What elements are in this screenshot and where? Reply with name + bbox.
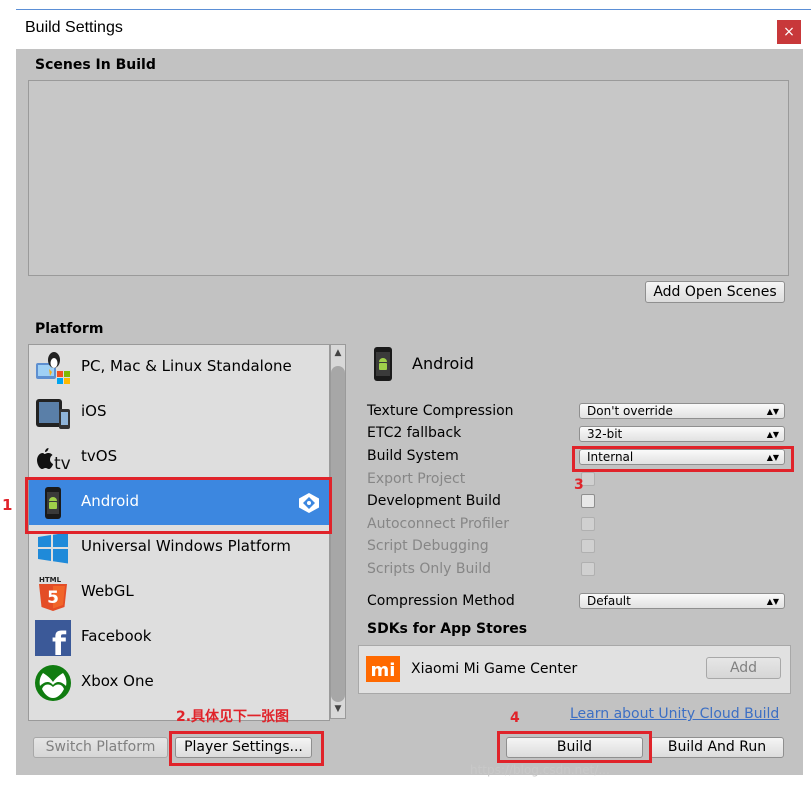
annotation-box-android — [25, 477, 332, 534]
autoconnect-profiler-label: Autoconnect Profiler — [367, 516, 510, 532]
compression-method-dropdown[interactable]: Default ▲▼ — [579, 593, 785, 609]
xbox-icon — [35, 665, 71, 701]
platform-item-webgl[interactable]: HTML 5 WebGL — [29, 570, 329, 615]
close-icon: × — [783, 24, 795, 40]
platform-name: tvOS — [81, 447, 118, 465]
close-button[interactable]: × — [777, 20, 801, 44]
annotation-box-build-system — [572, 446, 794, 472]
platform-label: Platform — [35, 321, 104, 337]
annotation-4: 4 — [510, 710, 520, 726]
texture-compression-label: Texture Compression — [367, 403, 514, 419]
add-open-scenes-button[interactable]: Add Open Scenes — [645, 281, 785, 303]
facebook-f: f — [52, 625, 67, 657]
pc-mac-linux-icon — [36, 352, 70, 384]
etc2-fallback-label: ETC2 fallback — [367, 425, 462, 441]
platform-name: Facebook — [81, 627, 152, 645]
ios-device-icon — [36, 399, 70, 429]
scroll-down-arrow-icon[interactable]: ▼ — [331, 704, 345, 714]
scripts-only-build-checkbox[interactable] — [581, 562, 595, 576]
annotation-1: 1 — [2, 496, 13, 514]
sdks-label: SDKs for App Stores — [367, 621, 528, 637]
annotation-3: 3 — [574, 477, 584, 493]
mi-logo-icon: mi — [366, 656, 400, 682]
window-title: Build Settings — [25, 19, 123, 36]
dropdown-value: Don't override — [587, 404, 673, 418]
sdk-name: Xiaomi Mi Game Center — [411, 661, 578, 677]
dropdown-arrow-icon: ▲▼ — [766, 430, 779, 439]
tv-text: tv — [54, 454, 71, 474]
dropdown-value: Default — [587, 594, 631, 608]
development-build-label: Development Build — [367, 493, 501, 509]
script-debugging-label: Script Debugging — [367, 538, 489, 554]
compression-method-label: Compression Method — [367, 593, 515, 609]
platform-item-ios[interactable]: iOS — [29, 390, 329, 435]
mi-logo-text: mi — [371, 660, 396, 681]
platform-item-facebook[interactable]: f Facebook — [29, 615, 329, 660]
annotation-2: 2.具体见下一张图 — [176, 709, 290, 725]
scenes-list[interactable] — [28, 80, 789, 276]
build-and-run-button[interactable]: Build And Run — [650, 737, 784, 758]
annotation-box-player-settings — [169, 731, 324, 766]
build-system-label: Build System — [367, 448, 459, 464]
scenes-in-build-label: Scenes In Build — [35, 57, 156, 73]
windows-icon — [38, 532, 68, 564]
platform-name: PC, Mac & Linux Standalone — [81, 357, 292, 375]
switch-platform-button[interactable]: Switch Platform — [33, 737, 168, 758]
autoconnect-profiler-checkbox[interactable] — [581, 517, 595, 531]
html-text: HTML — [39, 576, 62, 584]
cloud-build-link[interactable]: Learn about Unity Cloud Build — [570, 706, 779, 722]
window-top-border — [16, 9, 811, 10]
platform-name: Universal Windows Platform — [81, 537, 291, 555]
etc2-fallback-dropdown[interactable]: 32-bit ▲▼ — [579, 426, 785, 442]
dropdown-arrow-icon: ▲▼ — [766, 597, 779, 606]
watermark-text: https://blog.csdn.net/... — [470, 763, 610, 777]
android-header-icon — [374, 347, 392, 381]
dropdown-arrow-icon: ▲▼ — [766, 407, 779, 416]
facebook-icon: f — [35, 620, 71, 657]
sdk-add-button[interactable]: Add — [706, 657, 781, 679]
scroll-up-arrow-icon[interactable]: ▲ — [331, 348, 345, 358]
platform-item-xbox[interactable]: Xbox One — [29, 660, 329, 705]
annotation-box-build — [497, 731, 652, 763]
html5-digit: 5 — [47, 588, 59, 608]
development-build-checkbox[interactable] — [581, 494, 595, 508]
scroll-thumb[interactable] — [331, 366, 345, 702]
html5-icon: HTML 5 — [39, 576, 67, 611]
export-project-label: Export Project — [367, 471, 466, 487]
scripts-only-build-label: Scripts Only Build — [367, 561, 492, 577]
platform-item-tvos[interactable]: tv tvOS — [29, 435, 329, 480]
platform-name: Xbox One — [81, 672, 154, 690]
platform-name: iOS — [81, 402, 107, 420]
script-debugging-checkbox[interactable] — [581, 539, 595, 553]
dropdown-value: 32-bit — [587, 427, 623, 441]
platform-item-pc[interactable]: PC, Mac & Linux Standalone — [29, 345, 329, 390]
apple-tv-icon: tv — [37, 448, 71, 474]
texture-compression-dropdown[interactable]: Don't override ▲▼ — [579, 403, 785, 419]
platform-name: WebGL — [81, 582, 134, 600]
selected-platform-title: Android — [412, 354, 474, 373]
